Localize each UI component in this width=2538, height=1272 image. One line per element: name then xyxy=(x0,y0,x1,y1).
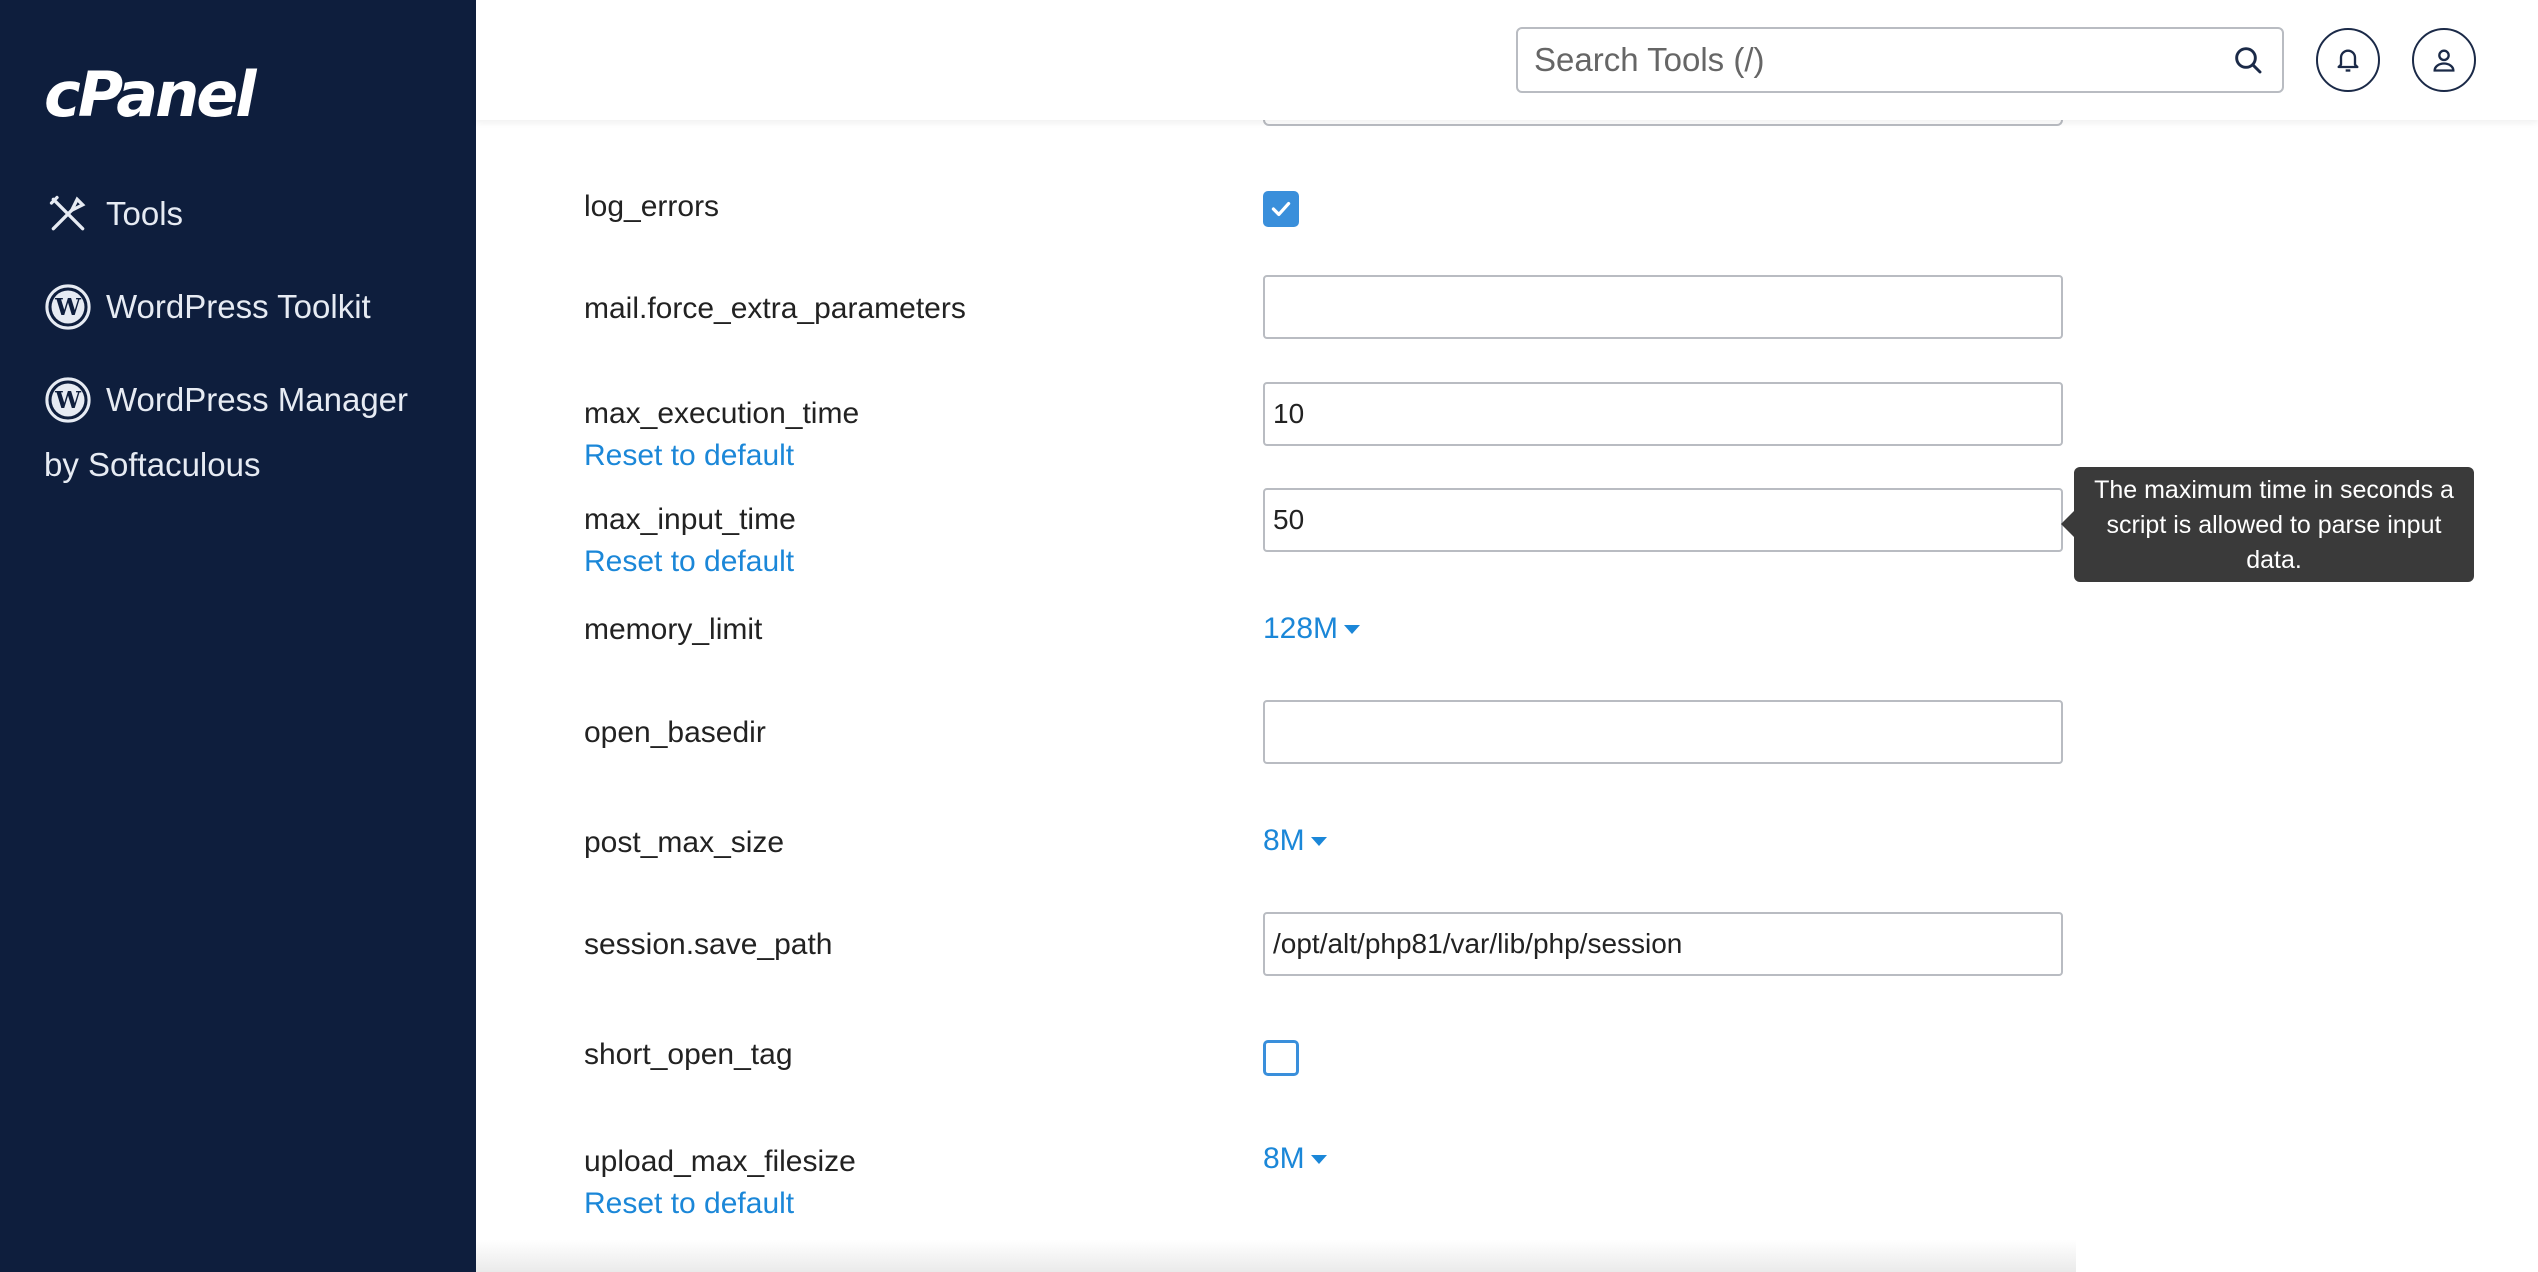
reset-to-default-link[interactable]: Reset to default xyxy=(584,545,794,579)
sidebar-item-wordpress-toolkit[interactable]: W WordPress Toolkit xyxy=(44,283,371,331)
cpanel-logo[interactable]: cPanel xyxy=(44,58,257,131)
dropdown-value: 8M xyxy=(1263,824,1305,857)
sidebar-item-wordpress-manager[interactable]: W WordPress Manager xyxy=(44,376,408,424)
search-icon[interactable] xyxy=(2228,40,2268,80)
setting-label: mail.force_extra_parameters xyxy=(584,292,966,325)
sidebar-item-tools[interactable]: Tools xyxy=(44,190,183,238)
session-save-path-input[interactable]: /opt/alt/php81/var/lib/php/session xyxy=(1263,912,2063,976)
setting-label: open_basedir xyxy=(584,716,766,749)
max-execution-time-input[interactable]: 10 xyxy=(1263,382,2063,446)
notifications-button[interactable] xyxy=(2316,28,2380,92)
dropdown-value: 8M xyxy=(1263,1142,1305,1175)
setting-label: max_input_time xyxy=(584,503,796,536)
setting-label: short_open_tag xyxy=(584,1038,793,1071)
upload-max-filesize-dropdown[interactable]: 8M xyxy=(1263,1142,1327,1176)
help-tooltip: The maximum time in seconds a script is … xyxy=(2061,467,2474,582)
wordpress-icon: W xyxy=(44,376,92,424)
setting-label: post_max_size xyxy=(584,826,785,859)
open-basedir-input[interactable] xyxy=(1263,700,2063,764)
bell-icon xyxy=(2337,49,2359,72)
sidebar-item-label: WordPress Toolkit xyxy=(106,288,371,325)
setting-label: max_execution_time xyxy=(584,397,860,430)
bottom-fade xyxy=(476,1240,2076,1272)
tools-icon xyxy=(44,190,92,238)
reset-to-default-link[interactable]: Reset to default xyxy=(584,1187,794,1221)
caret-down-icon xyxy=(1310,836,1327,846)
sidebar-item-label: WordPress Manager xyxy=(106,381,409,418)
caret-down-icon xyxy=(1344,624,1361,634)
log-errors-checkbox[interactable] xyxy=(1263,191,1299,227)
search-input[interactable]: Search Tools (/) xyxy=(1534,41,2228,79)
setting-label: session.save_path xyxy=(584,928,833,961)
svg-text:W: W xyxy=(54,387,82,414)
sidebar-item-label: Tools xyxy=(106,195,184,232)
post-max-size-dropdown[interactable]: 8M xyxy=(1263,824,1327,858)
memory-limit-dropdown[interactable]: 128M xyxy=(1263,612,1361,646)
user-menu-button[interactable] xyxy=(2412,28,2476,92)
user-icon xyxy=(2433,49,2455,72)
setting-label: log_errors xyxy=(584,190,720,223)
setting-label: memory_limit xyxy=(584,613,763,646)
sidebar-item-sublabel[interactable]: by Softaculous xyxy=(44,446,260,484)
caret-down-icon xyxy=(1310,1154,1327,1164)
reset-to-default-link[interactable]: Reset to default xyxy=(584,439,794,473)
short-open-tag-checkbox[interactable] xyxy=(1263,1040,1299,1076)
dropdown-value: 128M xyxy=(1263,612,1339,645)
tooltip-text: The maximum time in seconds a script is … xyxy=(2094,476,2454,574)
sidebar: cPanel Tools W WordPress Toolkit W WordP… xyxy=(0,0,476,1272)
setting-label: upload_max_filesize xyxy=(584,1145,856,1178)
checkmark-icon xyxy=(1271,201,1291,217)
max-input-time-input[interactable]: 50 xyxy=(1263,488,2063,552)
mail-force-extra-parameters-input[interactable] xyxy=(1263,275,2063,339)
wordpress-icon: W xyxy=(44,283,92,331)
tooltip-arrow xyxy=(2061,511,2074,537)
search-box[interactable]: Search Tools (/) xyxy=(1516,27,2284,93)
svg-text:W: W xyxy=(54,294,82,321)
